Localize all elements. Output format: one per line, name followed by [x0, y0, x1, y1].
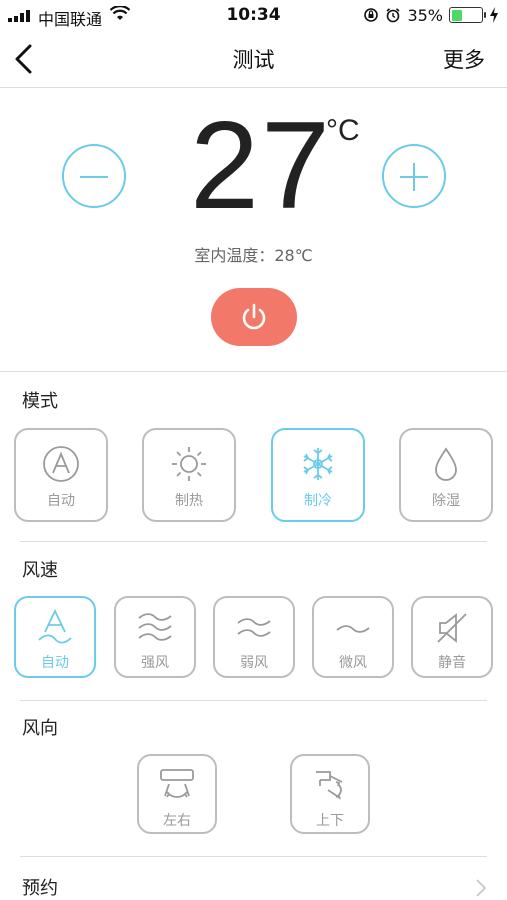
fan-label: 自动 [41, 655, 69, 671]
direction-section-title: 风向 [22, 718, 58, 739]
increase-temperature-button[interactable] [382, 144, 446, 208]
decrease-temperature-button[interactable] [62, 144, 126, 208]
mode-label: 除湿 [432, 493, 460, 509]
direction-label: 左右 [163, 813, 191, 829]
plus-icon [413, 163, 415, 191]
fan-weak-button[interactable]: 弱风 [213, 596, 295, 678]
battery-icon [449, 7, 486, 23]
charging-icon [490, 7, 498, 23]
fan-label: 强风 [141, 655, 169, 671]
mode-label: 制冷 [304, 493, 332, 509]
fan-label: 微风 [339, 655, 367, 671]
power-icon [242, 303, 266, 330]
swing-horizontal-icon [160, 769, 194, 798]
mode-label: 制热 [175, 493, 203, 509]
direction-label: 上下 [316, 813, 344, 829]
mute-icon [437, 613, 467, 643]
status-bar: 中国联通 10:34 35% [0, 0, 507, 30]
fan-label: 弱风 [240, 655, 268, 671]
temperature-panel: 27 °C 室内温度：28℃ [0, 88, 507, 372]
swing-horizontal-button[interactable]: 左右 [137, 754, 217, 834]
battery-level [451, 9, 462, 21]
fan-section-title: 风速 [22, 560, 58, 581]
set-temperature: 27 [190, 97, 332, 235]
swing-vertical-icon [316, 771, 343, 800]
minus-icon [80, 176, 108, 178]
schedule-row[interactable]: 预约 [0, 856, 507, 900]
mode-heat-button[interactable]: 制热 [142, 428, 236, 522]
status-right: 35% [363, 5, 499, 25]
wind-strong-icon [138, 613, 172, 641]
snowflake-icon [303, 448, 333, 480]
wind-breeze-icon [336, 625, 370, 633]
fan-label: 静音 [438, 655, 466, 671]
auto-a-circle-icon [43, 446, 79, 482]
power-button[interactable] [211, 288, 297, 346]
mode-section-title: 模式 [22, 391, 58, 412]
chevron-right-icon [476, 879, 487, 897]
divider [20, 541, 487, 542]
droplet-icon [435, 447, 457, 481]
page-title: 测试 [232, 48, 275, 72]
wind-weak-icon [237, 618, 271, 637]
fan-breeze-button[interactable]: 微风 [312, 596, 394, 678]
more-button[interactable]: 更多 [443, 44, 485, 74]
fan-mute-button[interactable]: 静音 [411, 596, 493, 678]
fan-strong-button[interactable]: 强风 [114, 596, 196, 678]
alarm-icon [386, 8, 400, 23]
indoor-temperature: 室内温度：28℃ [194, 246, 313, 265]
divider [20, 700, 487, 701]
nav-bar: 测试 更多 [0, 30, 507, 88]
mode-label: 自动 [47, 493, 75, 509]
mode-dry-button[interactable]: 除湿 [399, 428, 493, 522]
rotation-lock-icon [364, 8, 379, 22]
temperature-unit: °C [326, 114, 360, 147]
sun-icon [172, 447, 206, 481]
mode-cool-button[interactable]: 制冷 [271, 428, 365, 522]
mode-auto-button[interactable]: 自动 [14, 428, 108, 522]
fan-auto-button[interactable]: 自动 [14, 596, 96, 678]
schedule-label: 预约 [22, 878, 58, 899]
battery-percent: 35% [407, 5, 443, 25]
auto-wind-icon [38, 608, 72, 644]
swing-vertical-button[interactable]: 上下 [290, 754, 370, 834]
